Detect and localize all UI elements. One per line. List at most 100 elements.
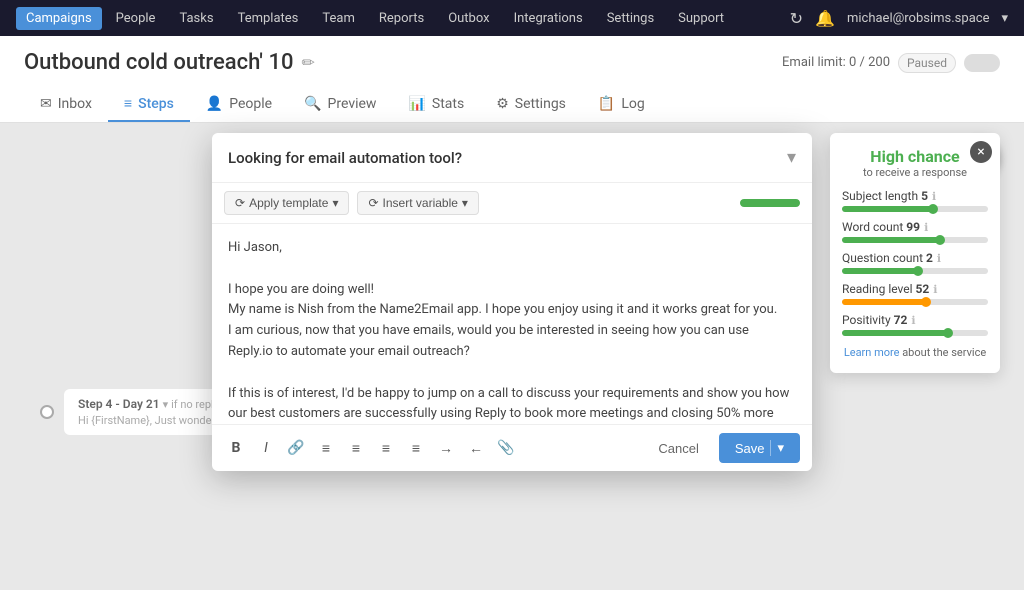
bold-button[interactable]: B <box>224 436 248 460</box>
nav-outbox[interactable]: Outbox <box>438 7 499 30</box>
variable-icon: ⟳ <box>368 196 378 210</box>
insert-variable-button[interactable]: ⟳ Insert variable ▾ <box>357 191 478 215</box>
refresh-icon[interactable]: ↻ <box>790 9 803 28</box>
question-count-label: Question count 2 <box>842 251 933 265</box>
modal-title: Looking for email automation tool? <box>228 149 462 167</box>
inbox-icon: ✉ <box>40 96 52 112</box>
modal-header: Looking for email automation tool? ▾ <box>212 133 812 183</box>
email-score-bar <box>740 199 800 207</box>
subject-length-bar-bg <box>842 206 988 212</box>
subject-length-bar-fill <box>842 206 937 212</box>
footer-buttons: Cancel Save ▾ <box>646 433 800 463</box>
user-email[interactable]: michael@robsims.space <box>847 11 990 26</box>
tab-steps[interactable]: ≡ Steps <box>108 87 190 122</box>
learn-more: Learn more about the service <box>842 346 988 359</box>
positivity-bar-fill <box>842 330 952 336</box>
tab-settings[interactable]: ⚙ Settings <box>480 87 582 122</box>
nav-people[interactable]: People <box>106 7 166 30</box>
learn-more-link[interactable]: Learn more <box>844 346 900 359</box>
word-count-info-icon[interactable]: ℹ <box>924 221 928 234</box>
nav-campaigns[interactable]: Campaigns <box>16 7 102 30</box>
nav-reports[interactable]: Reports <box>369 7 434 30</box>
email-line2: My name is Nish from the Name2Email app.… <box>228 300 796 321</box>
reading-level-bar-bg <box>842 299 988 305</box>
justify-button[interactable]: ≡ <box>404 436 428 460</box>
nav-tasks[interactable]: Tasks <box>169 7 223 30</box>
question-count-info-icon[interactable]: ℹ <box>937 252 941 265</box>
reading-level-info-icon[interactable]: ℹ <box>933 283 937 296</box>
metric-word-count: Word count 99 ℹ <box>842 220 988 243</box>
align-right-button[interactable]: ≡ <box>374 436 398 460</box>
nav-support[interactable]: Support <box>668 7 734 30</box>
nav-integrations[interactable]: Integrations <box>504 7 593 30</box>
email-line3: I am curious, now that you have emails, … <box>228 321 796 363</box>
tab-inbox[interactable]: ✉ Inbox <box>24 87 108 122</box>
modal-footer: B I 🔗 ≡ ≡ ≡ ≡ → ← 📎 Cancel Save ▾ <box>212 424 812 471</box>
nav-settings[interactable]: Settings <box>597 7 664 30</box>
close-panel-button[interactable]: × <box>970 141 992 163</box>
align-center-button[interactable]: ≡ <box>344 436 368 460</box>
page-title: Outbound cold outreach' 10 ✏ <box>24 50 315 75</box>
stats-icon: 📊 <box>408 96 425 112</box>
modal-body[interactable]: Hi Jason, I hope you are doing well! My … <box>212 224 812 424</box>
email-editor-modal: Looking for email automation tool? ▾ ⟳ A… <box>212 133 812 471</box>
log-icon: 📋 <box>598 96 615 112</box>
reading-level-bar-fill <box>842 299 930 305</box>
template-chevron-icon: ▾ <box>332 196 338 210</box>
align-left-button[interactable]: ≡ <box>314 436 338 460</box>
variable-chevron-icon: ▾ <box>462 196 468 210</box>
save-button[interactable]: Save ▾ <box>719 433 800 463</box>
email-quality-panel: × High chance to receive a response Subj… <box>830 133 1000 373</box>
email-greeting: Hi Jason, <box>228 238 796 259</box>
word-count-bar-fill <box>842 237 944 243</box>
email-line1: I hope you are doing well! <box>228 280 796 301</box>
steps-icon: ≡ <box>124 95 132 112</box>
format-toolbar: B I 🔗 ≡ ≡ ≡ ≡ → ← 📎 <box>224 436 518 460</box>
metric-subject-length: Subject length 5 ℹ <box>842 189 988 212</box>
positivity-info-icon[interactable]: ℹ <box>911 314 915 327</box>
reading-level-label: Reading level 52 <box>842 282 929 296</box>
word-count-bar-bg <box>842 237 988 243</box>
question-count-bar-bg <box>842 268 988 274</box>
positivity-bar-bg <box>842 330 988 336</box>
nav-templates[interactable]: Templates <box>228 7 309 30</box>
page-title-row: Outbound cold outreach' 10 ✏ Email limit… <box>24 50 1000 75</box>
question-count-bar-fill <box>842 268 922 274</box>
panel-header: High chance to receive a response <box>842 147 988 179</box>
people-icon: 👤 <box>206 96 223 112</box>
link-button[interactable]: 🔗 <box>284 436 308 460</box>
tab-people[interactable]: 👤 People <box>190 87 288 122</box>
panel-subtitle: to receive a response <box>842 166 988 179</box>
modal-collapse-icon[interactable]: ▾ <box>787 147 796 168</box>
save-chevron-icon[interactable]: ▾ <box>770 440 784 456</box>
chance-label: High chance <box>842 147 988 166</box>
email-line4: If this is of interest, I'd be happy to … <box>228 384 796 424</box>
italic-button[interactable]: I <box>254 436 278 460</box>
page-header: Outbound cold outreach' 10 ✏ Email limit… <box>0 36 1024 123</box>
indent-button[interactable]: → <box>434 436 458 460</box>
subject-length-info-icon[interactable]: ℹ <box>932 190 936 203</box>
tab-log[interactable]: 📋 Log <box>582 87 661 122</box>
paused-badge: Paused <box>898 53 956 73</box>
modal-backdrop: Looking for email automation tool? ▾ ⟳ A… <box>0 123 1024 590</box>
modal-toolbar: ⟳ Apply template ▾ ⟳ Insert variable ▾ <box>212 183 812 224</box>
metric-reading-level: Reading level 52 ℹ <box>842 282 988 305</box>
attachment-button[interactable]: 📎 <box>494 436 518 460</box>
positivity-label: Positivity 72 <box>842 313 907 327</box>
email-limit: Email limit: 0 / 200 Paused <box>782 53 1000 73</box>
top-nav: Campaigns People Tasks Templates Team Re… <box>0 0 1024 36</box>
subject-length-label: Subject length 5 <box>842 189 928 203</box>
bell-icon[interactable]: 🔔 <box>815 9 835 28</box>
nav-team[interactable]: Team <box>312 7 365 30</box>
paused-toggle[interactable] <box>964 54 1000 72</box>
edit-icon[interactable]: ✏ <box>301 53 314 72</box>
word-count-label: Word count 99 <box>842 220 920 234</box>
outdent-button[interactable]: ← <box>464 436 488 460</box>
nav-right: ↻ 🔔 michael@robsims.space ▾ <box>790 9 1008 28</box>
user-chevron-icon[interactable]: ▾ <box>1001 11 1008 26</box>
tab-preview[interactable]: 🔍 Preview <box>288 87 392 122</box>
tab-stats[interactable]: 📊 Stats <box>392 87 480 122</box>
settings-icon: ⚙ <box>496 96 509 112</box>
cancel-button[interactable]: Cancel <box>646 435 710 462</box>
apply-template-button[interactable]: ⟳ Apply template ▾ <box>224 191 349 215</box>
